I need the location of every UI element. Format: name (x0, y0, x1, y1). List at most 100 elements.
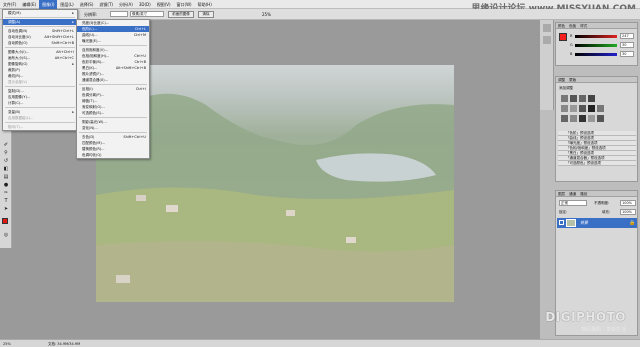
image-menu-item-0[interactable]: 模式(M) ▸ (3, 10, 77, 16)
dodge-tool-icon[interactable]: ● (2, 182, 10, 189)
adjust-menu-item-shortcut: Shift+Ctrl+U (123, 135, 146, 139)
levels-icon[interactable] (570, 95, 577, 102)
menu-0[interactable]: 文件(F) (0, 0, 19, 9)
menu-7[interactable]: 3D(D) (136, 0, 154, 9)
menu-5[interactable]: 滤镜(T) (96, 0, 116, 9)
gradient-tool-icon[interactable]: ▤ (2, 174, 10, 181)
menu-separator (5, 86, 75, 87)
layer-row[interactable]: 背景 🔒 (557, 218, 637, 228)
hue-saturation-icon[interactable] (570, 105, 577, 112)
unit-select[interactable]: 像素/英寸 (130, 11, 164, 17)
black-white-icon[interactable] (588, 105, 595, 112)
image-menu-item-label: 调整(A) (8, 20, 21, 24)
menu-9[interactable]: 窗口(W) (174, 0, 195, 9)
path-select-icon[interactable]: ➤ (2, 206, 10, 213)
menu-separator (79, 117, 147, 118)
history-panel-icon[interactable] (543, 24, 551, 32)
channel-slider[interactable] (575, 53, 617, 56)
adjust-panel-tabs[interactable]: 调整 蒙版 (556, 77, 637, 83)
tab-styles[interactable]: 样式 (580, 24, 587, 28)
channel-value-field[interactable]: 30 (620, 42, 634, 48)
preset-item[interactable]: 「可选颜色」预设选项 (558, 161, 636, 166)
menu-2[interactable]: 图像(I) (39, 0, 58, 9)
adjust-menu-item-label: 通道混合器(X)... (82, 78, 108, 82)
vibrance-icon[interactable] (561, 105, 568, 112)
resolution-field[interactable] (110, 11, 128, 17)
adjustment-presets-list: 「色阶」预设选项 「曲线」预设选项 「曝光度」预设选项 「色相/饱和度」预设选项 「黑白… (558, 131, 636, 166)
image-menu-item-17[interactable]: 计算(C)... (3, 100, 77, 106)
selective-color-icon[interactable] (597, 115, 604, 122)
image-menu-item-22[interactable]: 陷印(T)... (3, 124, 77, 130)
menu-1[interactable]: 编辑(E) (19, 0, 39, 9)
visibility-eye-icon[interactable] (559, 220, 564, 225)
adjust-menu-item-24[interactable]: 色调均化(Q) (77, 152, 149, 158)
front-image-button[interactable]: 前面的图像 (168, 11, 194, 18)
color-panel-tabs[interactable]: 颜色 色板 样式 (556, 23, 637, 29)
adjust-menu-item-shortcut: Ctrl+M (133, 33, 146, 37)
zoom-level[interactable]: 25% (262, 12, 271, 17)
channel-slider[interactable] (575, 44, 617, 47)
submenu-arrow-icon: ▸ (72, 20, 74, 24)
adjust-menu-item-label: 色调均化(Q) (82, 153, 102, 157)
channel-label: G (570, 43, 573, 47)
adjust-menu-item-19[interactable]: 变化(N)... (77, 125, 149, 131)
tab-paths[interactable]: 路径 (580, 192, 587, 196)
layers-panel-tabs[interactable]: 图层 通道 路径 (556, 191, 637, 197)
adjust-menu-item-10[interactable]: 通道混合器(X)... (77, 77, 149, 83)
history-brush-icon[interactable]: ↺ (2, 158, 10, 165)
tab-adjustments[interactable]: 调整 (558, 78, 565, 82)
image-menu-item-label: 计算(C)... (8, 101, 24, 105)
adjust-menu-item-3[interactable]: 曝光度(E)... (77, 38, 149, 44)
stamp-tool-icon[interactable]: ⚲ (2, 150, 10, 157)
posterize-icon[interactable] (570, 115, 577, 122)
adjustment-icon-row-1 (561, 95, 635, 103)
tab-channels[interactable]: 通道 (569, 192, 576, 196)
menu-10[interactable]: 帮助(H) (195, 0, 215, 9)
fill-label: 填充: (602, 210, 611, 214)
layer-thumbnail (566, 219, 576, 227)
blend-mode-select[interactable]: 正常 (559, 200, 587, 206)
exposure-icon[interactable] (588, 95, 595, 102)
eraser-tool-icon[interactable]: ◧ (2, 166, 10, 173)
fill-field[interactable]: 100% (620, 209, 636, 215)
tab-masks[interactable]: 蒙版 (569, 78, 576, 82)
menu-8[interactable]: 视图(V) (154, 0, 174, 9)
menu-4[interactable]: 选择(S) (77, 0, 97, 9)
image-menu-item-2[interactable]: 调整(A) ▸ (3, 19, 77, 25)
tab-color[interactable]: 颜色 (558, 24, 565, 28)
photo-filter-icon[interactable] (597, 105, 604, 112)
status-zoom[interactable]: 25% (3, 342, 11, 346)
tab-layers[interactable]: 图层 (558, 192, 565, 196)
opacity-label: 不透明度: (594, 201, 610, 205)
menu-separator (79, 84, 147, 85)
opacity-field[interactable]: 100% (620, 200, 636, 206)
layer-name[interactable]: 背景 (580, 220, 588, 226)
tab-swatches[interactable]: 色板 (569, 24, 576, 28)
menu-3[interactable]: 图层(L) (57, 0, 76, 9)
type-tool-icon[interactable]: T (2, 198, 10, 205)
invert-icon[interactable] (561, 115, 568, 122)
image-menu-item-20[interactable]: 应用数据组(L)... (3, 115, 77, 121)
brightness-icon[interactable] (561, 95, 568, 102)
menu-separator (5, 47, 75, 48)
color-fg-preview[interactable] (559, 33, 567, 41)
brush-tool-icon[interactable]: ✐ (2, 142, 10, 149)
channel-value-field[interactable]: 30 (620, 51, 634, 57)
adjust-menu-item-16[interactable]: 可选颜色(S)... (77, 110, 149, 116)
threshold-icon[interactable] (579, 115, 586, 122)
menu-separator (5, 26, 75, 27)
quick-mask-icon[interactable]: ◎ (2, 232, 10, 239)
gradient-map-icon[interactable] (588, 115, 595, 122)
channel-value-field[interactable]: 247 (620, 33, 634, 39)
curves-icon[interactable] (579, 95, 586, 102)
actions-panel-icon[interactable] (543, 36, 551, 44)
pen-tool-icon[interactable]: ✑ (2, 190, 10, 197)
menu-6[interactable]: 分析(A) (116, 0, 136, 9)
channel-slider[interactable] (575, 35, 617, 38)
image-menu-item-13[interactable]: 显示全部(V) (3, 79, 77, 85)
image-menu-item-6[interactable]: 自动颜色(O) Shift+Ctrl+B (3, 40, 77, 46)
foreground-color-swatch[interactable] (2, 218, 8, 224)
color-balance-icon[interactable] (579, 105, 586, 112)
channel-label: R (570, 34, 573, 38)
clear-button[interactable]: 清除 (198, 11, 214, 18)
